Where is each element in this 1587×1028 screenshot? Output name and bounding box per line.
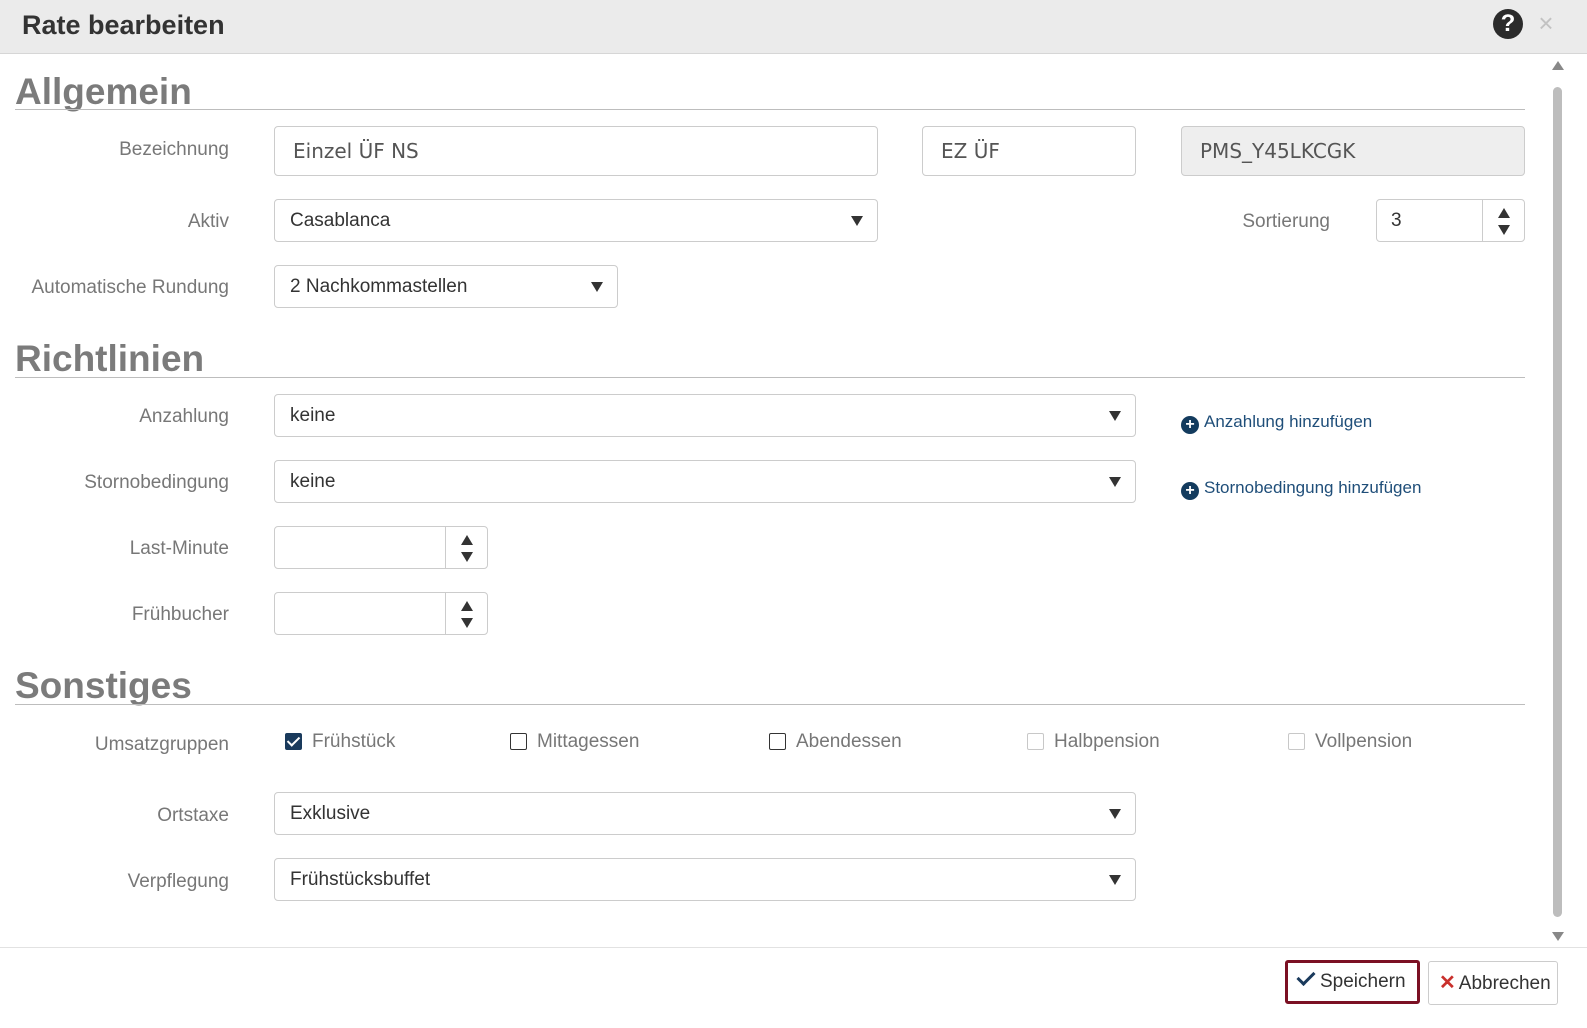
checkbox-label: Abendessen: [796, 731, 902, 752]
section-title-policies: Richtlinien: [15, 338, 205, 379]
scrollbar-thumb[interactable]: [1553, 87, 1562, 917]
board-select[interactable]: Frühstücksbuffet: [274, 858, 1136, 901]
section-divider: [15, 377, 1525, 378]
check-icon: [1296, 966, 1316, 987]
checkbox-full-board: Vollpension: [1288, 731, 1412, 753]
decrement-icon[interactable]: [461, 618, 473, 628]
spinner-buttons: [445, 593, 487, 634]
save-button[interactable]: Speichern: [1285, 960, 1420, 1004]
last-minute-label: Last-Minute: [129, 538, 229, 559]
rounding-select[interactable]: 2 Nachkommastellen: [274, 265, 618, 308]
close-icon[interactable]: ×: [1536, 9, 1556, 37]
early-booker-value: [275, 593, 289, 634]
early-booker-spinner[interactable]: [274, 592, 488, 635]
cancellation-select[interactable]: keine: [274, 460, 1136, 503]
caret-down-icon: [1109, 411, 1121, 421]
add-cancellation-link[interactable]: + Stornobedingung hinzufügen: [1181, 478, 1421, 500]
caret-down-icon: [1109, 477, 1121, 487]
add-cancellation-label: Stornobedingung hinzufügen: [1204, 478, 1422, 497]
deposit-label: Anzahlung: [139, 406, 229, 427]
city-tax-label: Ortstaxe: [157, 805, 229, 826]
sort-label: Sortierung: [1242, 211, 1330, 232]
section-divider: [15, 704, 1525, 705]
checkbox-label: Mittagessen: [537, 731, 640, 752]
caret-down-icon: [1109, 875, 1121, 885]
increment-icon[interactable]: [461, 535, 473, 545]
revenue-groups-label: Umsatzgruppen: [94, 734, 229, 755]
help-icon[interactable]: ?: [1493, 9, 1523, 39]
add-deposit-link[interactable]: + Anzahlung hinzufügen: [1181, 412, 1372, 434]
scroll-down-icon[interactable]: [1552, 932, 1564, 941]
plus-circle-icon: +: [1181, 482, 1199, 500]
board-label: Verpflegung: [127, 871, 229, 892]
checkbox-disabled-icon: [1288, 733, 1305, 750]
last-minute-spinner[interactable]: [274, 526, 488, 569]
early-booker-label: Frühbucher: [131, 604, 229, 625]
checkbox-icon[interactable]: [510, 733, 527, 750]
cancel-button[interactable]: ✕ Abbrechen: [1428, 961, 1558, 1005]
plus-circle-icon: +: [1181, 416, 1199, 434]
active-select[interactable]: Casablanca: [274, 199, 878, 242]
board-select-value: Frühstücksbuffet: [290, 869, 431, 890]
section-divider: [15, 109, 1525, 110]
checkbox-checked-icon[interactable]: [285, 733, 302, 750]
times-icon: ✕: [1439, 972, 1456, 994]
code-input: PMS_Y45LKCGK: [1181, 126, 1525, 176]
section-title-general: Allgemein: [15, 71, 192, 112]
sort-spinner[interactable]: 3: [1376, 199, 1525, 242]
sort-value: 3: [1391, 210, 1402, 231]
increment-icon[interactable]: [461, 601, 473, 611]
checkbox-breakfast[interactable]: Frühstück: [285, 731, 395, 753]
decrement-icon[interactable]: [461, 552, 473, 562]
name-input[interactable]: Einzel ÜF NS: [274, 126, 878, 176]
checkbox-dinner[interactable]: Abendessen: [769, 731, 902, 753]
scroll-up-icon[interactable]: [1552, 61, 1564, 70]
add-deposit-label: Anzahlung hinzufügen: [1204, 412, 1373, 431]
checkbox-half-board: Halbpension: [1027, 731, 1160, 753]
checkbox-label: Vollpension: [1315, 731, 1413, 752]
checkbox-label: Halbpension: [1054, 731, 1160, 752]
city-tax-select[interactable]: Exklusive: [274, 792, 1136, 835]
section-title-other: Sonstiges: [15, 665, 192, 706]
dialog-footer: Speichern ✕ Abbrechen: [0, 947, 1587, 1028]
checkbox-lunch[interactable]: Mittagessen: [510, 731, 639, 753]
city-tax-select-value: Exklusive: [290, 803, 371, 824]
increment-icon[interactable]: [1498, 208, 1510, 218]
checkbox-icon[interactable]: [769, 733, 786, 750]
spinner-buttons: [1482, 200, 1524, 241]
dialog-title: Rate bearbeiten: [22, 10, 225, 40]
decrement-icon[interactable]: [1498, 225, 1510, 235]
deposit-select[interactable]: keine: [274, 394, 1136, 437]
dialog-titlebar: Rate bearbeiten ? ×: [0, 0, 1587, 54]
save-button-label: Speichern: [1320, 971, 1406, 992]
caret-down-icon: [1109, 809, 1121, 819]
checkbox-label: Frühstück: [312, 731, 396, 752]
deposit-select-value: keine: [290, 405, 336, 426]
short-name-input[interactable]: EZ ÜF: [922, 126, 1136, 176]
spinner-buttons: [445, 527, 487, 568]
dialog-content: Allgemein Bezeichnung Einzel ÜF NS EZ ÜF…: [0, 55, 1550, 947]
edit-rate-dialog: Rate bearbeiten ? × Allgemein Bezeichnun…: [0, 0, 1587, 1028]
vertical-scrollbar[interactable]: [1550, 55, 1566, 947]
cancellation-label: Stornobedingung: [84, 472, 229, 493]
rounding-label: Automatische Rundung: [31, 277, 229, 298]
name-label: Bezeichnung: [119, 139, 229, 160]
checkbox-disabled-icon: [1027, 733, 1044, 750]
rounding-select-value: 2 Nachkommastellen: [290, 276, 468, 297]
active-select-value: Casablanca: [290, 210, 391, 231]
active-label: Aktiv: [187, 211, 229, 232]
caret-down-icon: [591, 282, 603, 292]
caret-down-icon: [851, 216, 863, 226]
cancel-button-label: Abbrechen: [1458, 973, 1551, 994]
cancellation-select-value: keine: [290, 471, 336, 492]
last-minute-value: [275, 527, 289, 568]
